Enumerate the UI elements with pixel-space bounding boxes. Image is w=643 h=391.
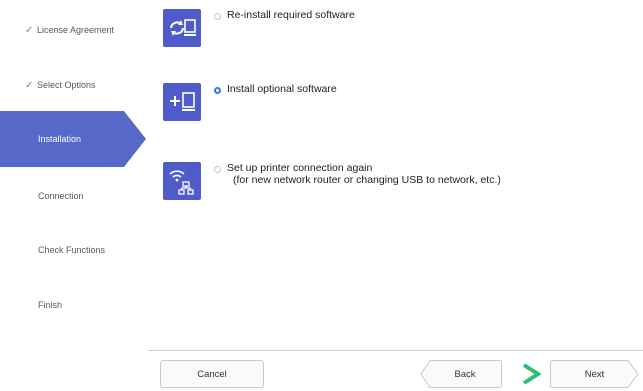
step-label: Select Options [37, 80, 96, 90]
printer-connection-title: Set up printer connection again [227, 162, 373, 174]
next-button[interactable]: Next [550, 360, 639, 388]
printer-connection-note: (for new network router or changing USB … [233, 174, 501, 186]
step-label: Installation [38, 134, 82, 144]
checkmark-icon: ✓ [25, 24, 34, 36]
reinstall-label: Re-install required software [227, 9, 355, 21]
reinstall-icon [163, 9, 201, 47]
step-sidebar: ✓ License Agreement ✓ Select Options Ins… [0, 0, 150, 387]
option-reinstall[interactable]: Re-install required software [163, 9, 355, 47]
back-button-label: Back [454, 368, 476, 380]
option-printer-connection[interactable]: Set up printer connection again (for new… [163, 162, 501, 200]
step-license-agreement: ✓ License Agreement [0, 2, 150, 58]
add-software-icon [163, 83, 201, 121]
optional-software-label: Install optional software [227, 83, 337, 95]
step-select-options: ✓ Select Options [0, 57, 150, 113]
next-button-label: Next [584, 368, 605, 380]
step-check-functions: Check Functions [0, 222, 150, 278]
step-label: Connection [38, 191, 84, 201]
cancel-button[interactable]: Cancel [160, 360, 264, 388]
printer-connection-label: Set up printer connection again (for new… [227, 162, 501, 186]
reinstall-radio[interactable] [214, 13, 221, 20]
step-label: Check Functions [38, 245, 106, 255]
step-finish: Finish [0, 277, 150, 333]
network-icon [163, 162, 201, 200]
option-optional-software[interactable]: Install optional software [163, 83, 337, 121]
checkmark-icon: ✓ [25, 79, 34, 91]
printer-connection-radio[interactable] [214, 166, 221, 173]
step-label: License Agreement [37, 25, 115, 35]
step-installation: Installation [0, 111, 146, 167]
optional-software-radio[interactable] [214, 87, 221, 94]
step-label: Finish [38, 300, 63, 310]
step-connection: Connection [0, 168, 150, 224]
footer-bar: Cancel Back Next [148, 350, 643, 388]
back-button[interactable]: Back [420, 360, 502, 388]
